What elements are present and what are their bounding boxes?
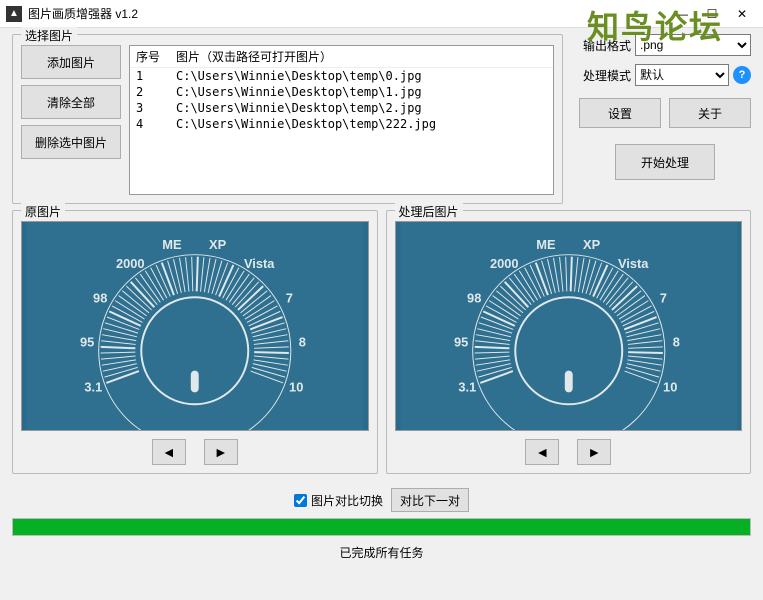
svg-text:XP: XP: [209, 237, 227, 252]
col-index: 序号: [130, 46, 170, 68]
svg-text:3.1: 3.1: [458, 380, 476, 395]
start-button[interactable]: 开始处理: [615, 144, 715, 180]
svg-text:10: 10: [663, 380, 677, 395]
svg-text:Vista: Vista: [244, 256, 275, 271]
clear-all-button[interactable]: 清除全部: [21, 85, 121, 119]
original-prev-button[interactable]: ◄: [152, 439, 186, 465]
titlebar: ▲ 图片画质增强器 v1.2 — ☐ ✕: [0, 0, 763, 28]
svg-text:7: 7: [286, 291, 293, 306]
status-text: 已完成所有任务: [12, 540, 751, 565]
window-title: 图片画质增强器 v1.2: [28, 5, 667, 22]
svg-text:2000: 2000: [489, 256, 518, 271]
file-list[interactable]: 序号 图片（双击路径可打开图片） 1C:\Users\Winnie\Deskto…: [129, 45, 554, 195]
processed-legend: 处理后图片: [395, 203, 463, 220]
app-icon: ▲: [6, 6, 22, 22]
original-legend: 原图片: [21, 203, 65, 220]
svg-text:XP: XP: [583, 237, 601, 252]
delete-selected-button[interactable]: 删除选中图片: [21, 125, 121, 159]
svg-text:3.1: 3.1: [84, 380, 102, 395]
svg-text:95: 95: [80, 334, 94, 349]
compare-next-button[interactable]: 对比下一对: [391, 488, 469, 512]
compare-checkbox-input[interactable]: [294, 494, 307, 507]
svg-text:98: 98: [467, 291, 481, 306]
svg-text:98: 98: [93, 291, 107, 306]
original-preview: 3.1 95 98 2000 ME XP Vista 7 8 10: [21, 221, 369, 431]
help-icon[interactable]: ?: [733, 66, 751, 84]
table-row[interactable]: 4C:\Users\Winnie\Desktop\temp\222.jpg: [130, 116, 553, 132]
processed-next-button[interactable]: ►: [577, 439, 611, 465]
original-next-button[interactable]: ►: [204, 439, 238, 465]
processed-image-group: 处理后图片 3.195982000MEXPVista7810 ◄ ►: [386, 210, 752, 474]
mode-label: 处理模式: [579, 67, 631, 84]
compare-checkbox-label: 图片对比切换: [311, 492, 383, 509]
svg-text:10: 10: [289, 380, 303, 395]
format-label: 输出格式: [579, 37, 631, 54]
progress-bar: [12, 518, 751, 536]
close-button[interactable]: ✕: [727, 4, 757, 24]
original-image-group: 原图片 3.195982000MEXPVista7810 ◄ ►: [12, 210, 378, 474]
select-image-group: 选择图片 添加图片 清除全部 删除选中图片 序号 图片（双击路径可打开图片） 1…: [12, 34, 563, 204]
svg-text:2000: 2000: [116, 256, 145, 271]
table-row[interactable]: 3C:\Users\Winnie\Desktop\temp\2.jpg: [130, 100, 553, 116]
settings-button[interactable]: 设置: [579, 98, 661, 128]
format-select[interactable]: .png: [635, 34, 751, 56]
settings-panel: 输出格式 .png 处理模式 默认 ? 设置 关于 开始处理: [571, 34, 751, 210]
select-image-legend: 选择图片: [21, 27, 77, 44]
svg-text:ME: ME: [162, 237, 182, 252]
about-button[interactable]: 关于: [669, 98, 751, 128]
processed-preview: 3.1 95 98 2000 ME XP Vista 7 8 10: [395, 221, 743, 431]
compare-checkbox[interactable]: 图片对比切换: [294, 492, 383, 509]
svg-text:95: 95: [453, 334, 467, 349]
mode-select[interactable]: 默认: [635, 64, 729, 86]
svg-text:8: 8: [299, 334, 306, 349]
maximize-button[interactable]: ☐: [697, 4, 727, 24]
svg-text:Vista: Vista: [617, 256, 648, 271]
table-row[interactable]: 1C:\Users\Winnie\Desktop\temp\0.jpg: [130, 68, 553, 85]
svg-text:7: 7: [659, 291, 666, 306]
processed-prev-button[interactable]: ◄: [525, 439, 559, 465]
add-image-button[interactable]: 添加图片: [21, 45, 121, 79]
col-path: 图片（双击路径可打开图片）: [170, 46, 553, 68]
minimize-button[interactable]: —: [667, 4, 697, 24]
table-row[interactable]: 2C:\Users\Winnie\Desktop\temp\1.jpg: [130, 84, 553, 100]
svg-text:ME: ME: [536, 237, 556, 252]
svg-text:8: 8: [672, 334, 679, 349]
